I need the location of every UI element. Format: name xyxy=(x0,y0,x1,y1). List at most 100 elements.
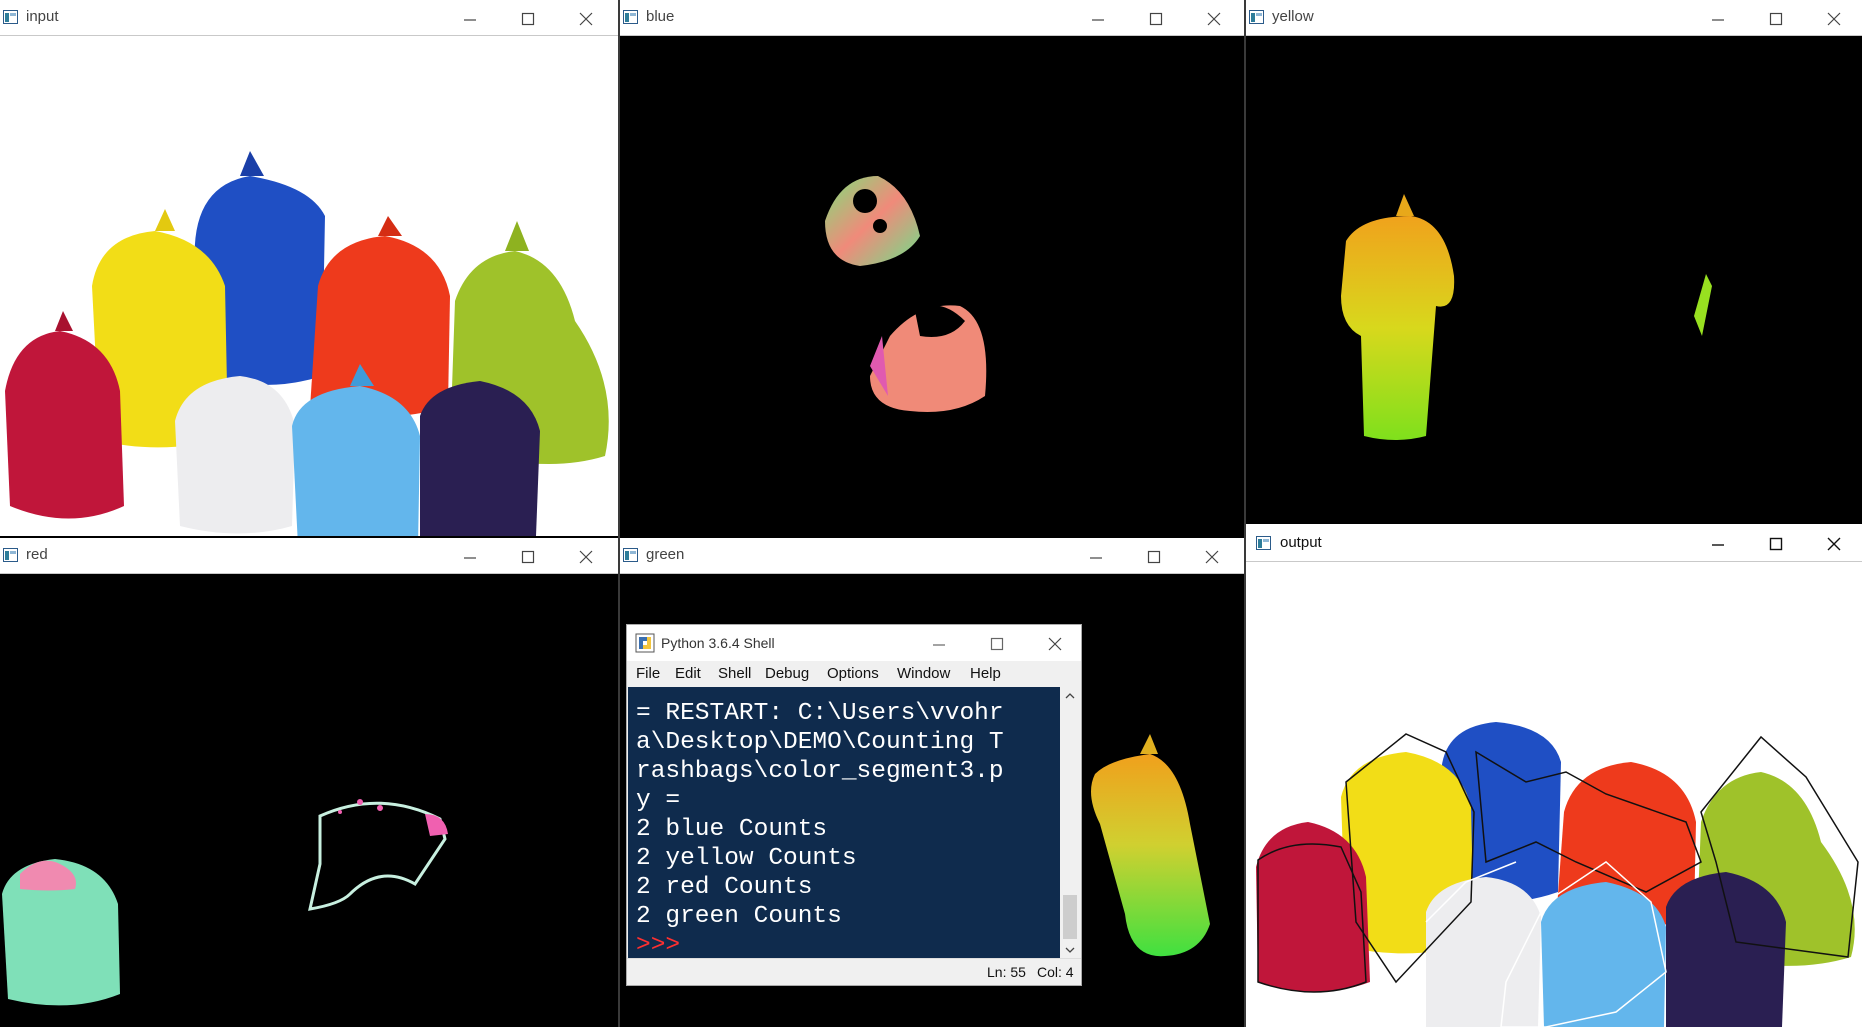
shell-line: = RESTART: C:\Users\vvohr xyxy=(636,700,1004,727)
window-icon xyxy=(1256,536,1271,550)
menu-shell[interactable]: Shell xyxy=(718,665,751,682)
close-icon xyxy=(579,550,593,564)
maximize-button[interactable] xyxy=(506,542,550,570)
scroll-down-icon[interactable] xyxy=(1065,945,1075,955)
minimize-icon xyxy=(464,557,476,559)
window-yellow[interactable]: yellow xyxy=(1246,0,1862,522)
window-icon xyxy=(1249,10,1264,24)
close-button[interactable] xyxy=(1812,529,1856,557)
close-icon xyxy=(1048,637,1062,651)
output-image xyxy=(1246,562,1862,1027)
minimize-button[interactable] xyxy=(448,542,492,570)
close-button[interactable] xyxy=(1192,4,1236,32)
menu-edit[interactable]: Edit xyxy=(675,665,701,682)
minimize-icon xyxy=(933,644,945,646)
shell-line: 2 green Counts xyxy=(636,903,842,930)
input-image xyxy=(0,36,618,536)
window-titlebar[interactable]: yellow xyxy=(1246,0,1862,36)
menu-window[interactable]: Window xyxy=(897,665,950,682)
minimize-icon xyxy=(1090,557,1102,559)
menu-debug[interactable]: Debug xyxy=(765,665,809,682)
close-button[interactable] xyxy=(1190,542,1234,570)
maximize-button[interactable] xyxy=(1754,4,1798,32)
window-title: green xyxy=(646,546,685,563)
scroll-thumb[interactable] xyxy=(1063,895,1077,939)
close-button[interactable] xyxy=(1812,4,1856,32)
maximize-button[interactable] xyxy=(975,629,1019,657)
maximize-icon xyxy=(1769,537,1783,551)
close-button[interactable] xyxy=(564,4,608,32)
window-output[interactable]: output xyxy=(1246,524,1862,1027)
python-shell-window[interactable]: Python 3.6.4 Shell File Edit Shell Debug… xyxy=(626,624,1082,986)
shell-line: y = xyxy=(636,787,681,814)
window-title: yellow xyxy=(1272,8,1314,25)
close-icon xyxy=(1827,537,1841,551)
maximize-icon xyxy=(521,550,535,564)
minimize-button[interactable] xyxy=(1696,529,1740,557)
window-icon xyxy=(3,548,18,562)
maximize-icon xyxy=(990,637,1004,651)
window-titlebar[interactable]: output xyxy=(1246,524,1862,562)
maximize-icon xyxy=(1149,12,1163,26)
minimize-icon xyxy=(1712,544,1724,546)
menu-options[interactable]: Options xyxy=(827,665,879,682)
maximize-button[interactable] xyxy=(1134,4,1178,32)
menu-file[interactable]: File xyxy=(636,665,660,682)
minimize-icon xyxy=(1092,19,1104,21)
maximize-button[interactable] xyxy=(1754,529,1798,557)
shell-title: Python 3.6.4 Shell xyxy=(661,635,775,651)
close-icon xyxy=(1827,12,1841,26)
minimize-button[interactable] xyxy=(448,4,492,32)
shell-line: 2 yellow Counts xyxy=(636,845,857,872)
shell-line: 2 red Counts xyxy=(636,874,813,901)
shell-statusbar: Ln: 55 Col: 4 xyxy=(627,958,1081,985)
window-blue[interactable]: blue xyxy=(620,0,1244,536)
shell-prompt: >>> xyxy=(636,932,681,959)
shell-menubar: File Edit Shell Debug Options Window Hel… xyxy=(627,661,1081,687)
window-icon xyxy=(3,10,18,24)
minimize-button[interactable] xyxy=(917,629,961,657)
window-title: red xyxy=(26,546,48,563)
window-title: output xyxy=(1280,534,1322,551)
maximize-icon xyxy=(1147,550,1161,564)
shell-line: rashbags\color_segment3.p xyxy=(636,758,1004,785)
window-titlebar[interactable]: blue xyxy=(620,0,1244,36)
window-divider xyxy=(618,0,620,1027)
status-column: Col: 4 xyxy=(1037,964,1074,980)
python-icon xyxy=(635,633,655,653)
red-mask-image xyxy=(0,574,618,1027)
shell-line: 2 blue Counts xyxy=(636,816,828,843)
minimize-button[interactable] xyxy=(1076,4,1120,32)
shell-scrollbar[interactable] xyxy=(1060,687,1080,959)
shell-titlebar[interactable]: Python 3.6.4 Shell xyxy=(627,625,1081,661)
window-titlebar[interactable]: input xyxy=(0,0,618,36)
close-icon xyxy=(579,12,593,26)
window-icon xyxy=(623,10,638,24)
status-line: Ln: 55 xyxy=(987,964,1026,980)
menu-help[interactable]: Help xyxy=(970,665,1001,682)
window-title: blue xyxy=(646,8,675,25)
window-icon xyxy=(623,548,638,562)
blue-mask-image xyxy=(620,36,1244,536)
window-title: input xyxy=(26,8,59,25)
window-input[interactable]: input xyxy=(0,0,618,536)
shell-line: a\Desktop\DEMO\Counting T xyxy=(636,729,1004,756)
minimize-button[interactable] xyxy=(1074,542,1118,570)
close-button[interactable] xyxy=(564,542,608,570)
trash-bag-group xyxy=(5,151,609,536)
window-divider xyxy=(1244,0,1246,1027)
close-button[interactable] xyxy=(1033,629,1077,657)
window-titlebar[interactable]: red xyxy=(0,538,618,574)
shell-output-area[interactable]: = RESTART: C:\Users\vvohr a\Desktop\DEMO… xyxy=(628,687,1060,959)
maximize-button[interactable] xyxy=(506,4,550,32)
window-titlebar[interactable]: green xyxy=(620,538,1244,574)
scroll-up-icon[interactable] xyxy=(1065,691,1075,701)
window-red[interactable]: red xyxy=(0,538,618,1027)
minimize-icon xyxy=(464,19,476,21)
minimize-button[interactable] xyxy=(1696,4,1740,32)
maximize-icon xyxy=(521,12,535,26)
yellow-mask-image xyxy=(1246,36,1862,522)
minimize-icon xyxy=(1712,19,1724,21)
maximize-button[interactable] xyxy=(1132,542,1176,570)
close-icon xyxy=(1207,12,1221,26)
